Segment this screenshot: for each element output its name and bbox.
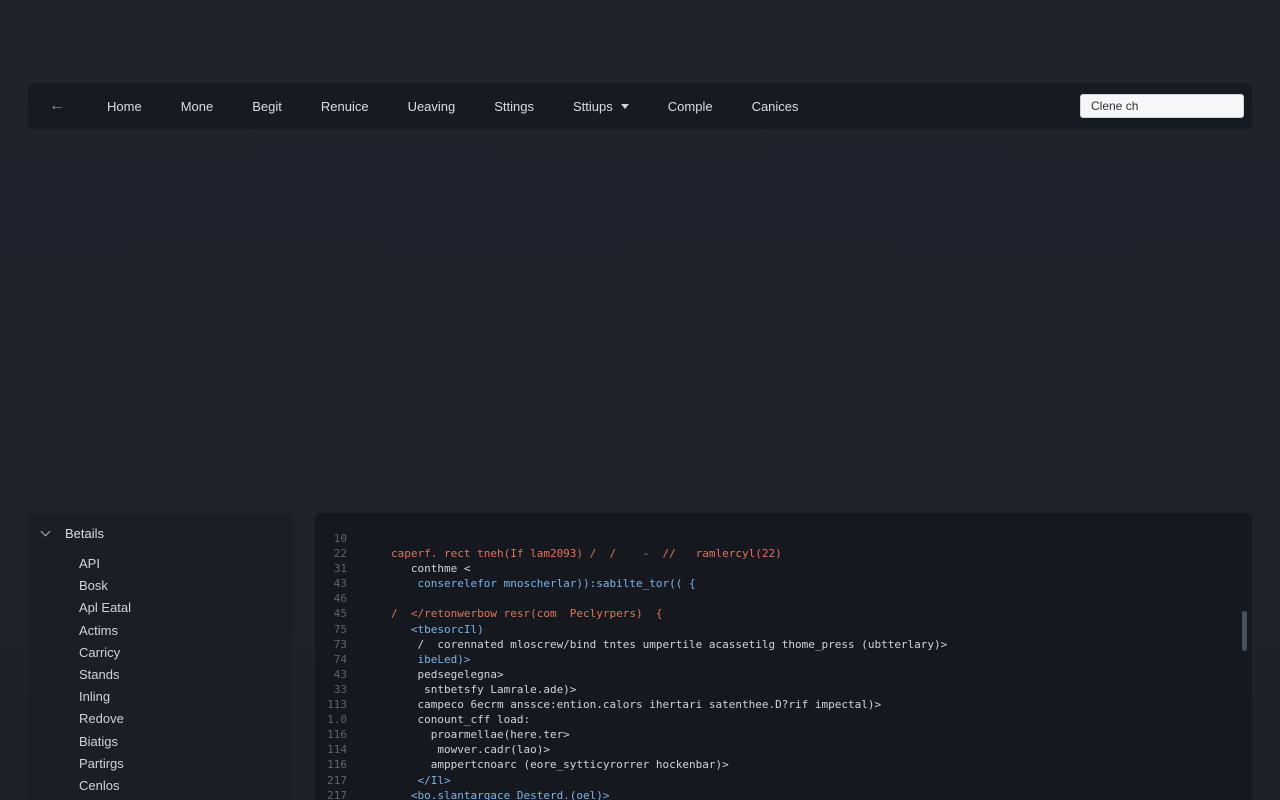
nav-item-begit[interactable]: Begit <box>252 99 282 114</box>
sidebar-item-stands[interactable]: Stands <box>79 664 293 686</box>
sidebar-item-bosk[interactable]: Bosk <box>79 575 293 597</box>
top-navbar: ← Home Mone Begit Renuice Ueaving Stting… <box>28 83 1252 129</box>
code-line: 116 proarmellae(here.ter> <box>327 728 570 742</box>
details-panel: Betails API Bosk Apl Eatal Actims Carric… <box>28 513 293 800</box>
code-line: 45/ </retonwerbow resr(com Peclyrpers) { <box>333 607 663 621</box>
nav-menu: Home Mone Begit Renuice Ueaving Sttings … <box>86 83 817 129</box>
code-line: 43 pedsegelegna> <box>333 667 504 681</box>
nav-item-comple[interactable]: Comple <box>668 99 713 114</box>
sidebar-item-cenlos[interactable]: Cenlos <box>79 775 293 797</box>
code-line: 75 <tbesorcIl) <box>333 622 484 636</box>
sidebar-item-api[interactable]: API <box>79 553 293 575</box>
code-line: 217 </Il> <box>327 773 451 787</box>
code-line: 43 conserelefor mnoscherlar)):sabilte_to… <box>333 577 696 591</box>
sidebar-item-biatigs[interactable]: Biatigs <box>79 731 293 753</box>
details-title: Betails <box>65 525 105 541</box>
sidebar-item-actims[interactable]: Actims <box>79 620 293 642</box>
nav-item-ueaving[interactable]: Ueaving <box>408 99 456 114</box>
code-lines: 10 22 caperf. rect tneh(If lam2093) / / -… <box>315 531 947 800</box>
code-line: 22 caperf. rect tneh(If lam2093) / / - //… <box>333 547 782 561</box>
chevron-down-icon <box>620 103 629 109</box>
nav-item-mone[interactable]: Mone <box>181 99 214 114</box>
code-line: 10 <box>333 532 347 545</box>
nav-item-home[interactable]: Home <box>107 99 142 114</box>
code-editor[interactable]: 10 22 caperf. rect tneh(If lam2093) / / -… <box>315 513 1252 800</box>
nav-item-sttiups-dropdown[interactable]: Sttiups <box>573 99 629 114</box>
sidebar-item-redove[interactable]: Redove <box>79 708 293 730</box>
details-header[interactable]: Betails <box>28 513 293 553</box>
code-line: 1.0 conount_cff load: <box>327 713 531 727</box>
arrow-left-icon: ← <box>49 97 65 114</box>
nav-item-renuice[interactable]: Renuice <box>321 99 369 114</box>
code-line: 217 <bo.slantargace Desterd.(oel)> <box>327 788 610 800</box>
code-line: 33 sntbetsfy Lamrale.ade)> <box>333 682 577 696</box>
search-input[interactable] <box>1080 94 1244 118</box>
sidebar-item-apl-eatal[interactable]: Apl Eatal <box>79 597 293 619</box>
details-list: API Bosk Apl Eatal Actims Carricy Stands… <box>28 553 293 797</box>
sidebar-item-carricy[interactable]: Carricy <box>79 642 293 664</box>
code-line: 74 ibeLed)> <box>333 652 471 666</box>
code-line: 113 campeco 6ecrm anssce:ention.calors i… <box>327 698 882 712</box>
code-line: 114 mowver.cadr(lao)> <box>327 743 550 757</box>
nav-item-canices[interactable]: Canices <box>752 99 799 114</box>
code-line: 46 <box>333 592 347 606</box>
back-button[interactable]: ← <box>28 83 86 129</box>
sidebar-item-inling[interactable]: Inling <box>79 686 293 708</box>
nav-item-sttings[interactable]: Sttings <box>494 99 534 114</box>
chevron-down-icon <box>40 526 51 536</box>
app-window: ← Home Mone Begit Renuice Ueaving Stting… <box>0 0 1280 800</box>
code-line: 73 / corennated mloscrew/bind tntes umpe… <box>333 637 948 651</box>
code-line: 31 conthme < <box>333 562 471 576</box>
code-scrollbar[interactable] <box>1242 611 1247 651</box>
code-line: 116 amppertcnoarc (eore_sytticyrorrer ho… <box>327 758 729 772</box>
sidebar-item-partirgs[interactable]: Partirgs <box>79 753 293 775</box>
